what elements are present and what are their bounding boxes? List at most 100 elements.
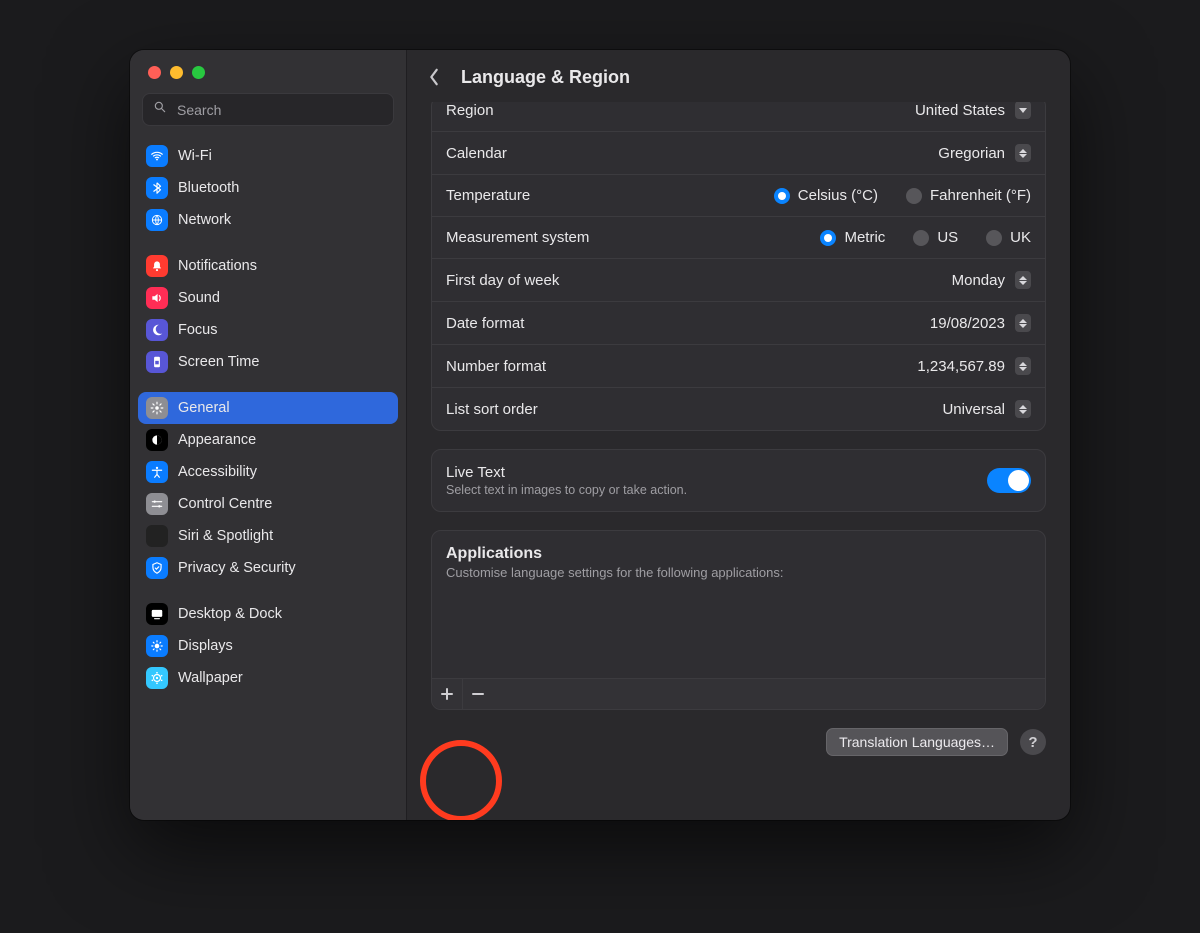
measurement-metric-radio[interactable]: Metric [820, 229, 885, 246]
calendar-row[interactable]: Calendar Gregorian [432, 132, 1045, 175]
number-format-row[interactable]: Number format 1,234,567.89 [432, 345, 1045, 388]
sidebar-item-wallpaper[interactable]: Wallpaper [138, 662, 398, 694]
titlebar: Language & Region [407, 50, 1070, 102]
region-panel: Region United States Calendar Gregorian [431, 102, 1046, 431]
number-format-value[interactable]: 1,234,567.89 [917, 357, 1031, 375]
updown-icon [1015, 314, 1031, 332]
measurement-options: Metric US UK [802, 229, 1031, 246]
translation-languages-button[interactable]: Translation Languages… [826, 728, 1008, 756]
window-controls [130, 50, 406, 79]
page-title: Language & Region [461, 67, 630, 88]
region-row[interactable]: Region United States [432, 102, 1045, 132]
sidebar-item-label: Network [178, 212, 231, 228]
region-label: Region [446, 102, 494, 119]
sidebar-item-label: Desktop & Dock [178, 606, 282, 622]
desktop-dock-icon [146, 603, 168, 625]
sidebar-item-control-centre[interactable]: Control Centre [138, 488, 398, 520]
sound-icon [146, 287, 168, 309]
back-button[interactable] [421, 64, 447, 90]
sidebar-item-desktop-dock[interactable]: Desktop & Dock [138, 598, 398, 630]
applications-subtitle: Customise language settings for the foll… [446, 565, 1031, 580]
applications-toolbar [432, 678, 1045, 709]
applications-panel: Applications Customise language settings… [431, 530, 1046, 710]
list-sort-row[interactable]: List sort order Universal [432, 388, 1045, 430]
sidebar-item-network[interactable]: Network [138, 204, 398, 236]
focus-icon [146, 319, 168, 341]
search-input[interactable] [175, 101, 383, 119]
close-window-button[interactable] [148, 66, 161, 79]
wi-fi-icon [146, 145, 168, 167]
footer: Translation Languages… ? [431, 728, 1046, 756]
network-icon [146, 209, 168, 231]
sidebar-item-privacy-security[interactable]: Privacy & Security [138, 552, 398, 584]
remove-application-button[interactable] [463, 679, 493, 709]
list-sort-label: List sort order [446, 401, 538, 418]
general-icon [146, 397, 168, 419]
updown-icon [1015, 271, 1031, 289]
region-value[interactable]: United States [915, 102, 1031, 119]
chevron-down-icon [1015, 102, 1031, 119]
temperature-options: Celsius (°C) Fahrenheit (°F) [756, 187, 1031, 204]
measurement-us-radio[interactable]: US [913, 229, 958, 246]
system-settings-window: Wi-Fi Bluetooth Network Notifications Sound F… [130, 50, 1070, 820]
wallpaper-icon [146, 667, 168, 689]
sidebar-item-screen-time[interactable]: Screen Time [138, 346, 398, 378]
measurement-uk-radio[interactable]: UK [986, 229, 1031, 246]
sidebar-item-label: Sound [178, 290, 220, 306]
control-centre-icon [146, 493, 168, 515]
updown-icon [1015, 144, 1031, 162]
sidebar-item-siri-spotlight[interactable]: Siri & Spotlight [138, 520, 398, 552]
sidebar-item-appearance[interactable]: Appearance [138, 424, 398, 456]
sidebar-item-general[interactable]: General [138, 392, 398, 424]
appearance-icon [146, 429, 168, 451]
sidebar-item-wi-fi[interactable]: Wi-Fi [138, 140, 398, 172]
temperature-label: Temperature [446, 187, 530, 204]
first-day-value[interactable]: Monday [952, 271, 1031, 289]
minimize-window-button[interactable] [170, 66, 183, 79]
displays-icon [146, 635, 168, 657]
live-text-title: Live Text [446, 464, 687, 481]
sidebar-item-label: Displays [178, 638, 233, 654]
sidebar-item-label: Wallpaper [178, 670, 243, 686]
date-format-row[interactable]: Date format 19/08/2023 [432, 302, 1045, 345]
help-button[interactable]: ? [1020, 729, 1046, 755]
sidebar-item-label: Appearance [178, 432, 256, 448]
sidebar-item-label: Bluetooth [178, 180, 239, 196]
live-text-panel: Live Text Select text in images to copy … [431, 449, 1046, 512]
list-sort-value[interactable]: Universal [942, 400, 1031, 418]
notifications-icon [146, 255, 168, 277]
first-day-row[interactable]: First day of week Monday [432, 259, 1045, 302]
radio-icon [820, 230, 836, 246]
sidebar-item-label: Privacy & Security [178, 560, 296, 576]
zoom-window-button[interactable] [192, 66, 205, 79]
sidebar-item-accessibility[interactable]: Accessibility [138, 456, 398, 488]
sidebar-item-label: General [178, 400, 230, 416]
siri-spotlight-icon [146, 525, 168, 547]
sidebar-item-label: Screen Time [178, 354, 259, 370]
sidebar-item-focus[interactable]: Focus [138, 314, 398, 346]
sidebar-item-notifications[interactable]: Notifications [138, 250, 398, 282]
measurement-label: Measurement system [446, 229, 589, 246]
sidebar-item-bluetooth[interactable]: Bluetooth [138, 172, 398, 204]
temperature-celsius-radio[interactable]: Celsius (°C) [774, 187, 878, 204]
sidebar-item-sound[interactable]: Sound [138, 282, 398, 314]
radio-icon [906, 188, 922, 204]
temperature-fahrenheit-radio[interactable]: Fahrenheit (°F) [906, 187, 1031, 204]
date-format-label: Date format [446, 315, 524, 332]
sidebar-item-label: Accessibility [178, 464, 257, 480]
live-text-subtitle: Select text in images to copy or take ac… [446, 483, 687, 497]
sidebar-item-displays[interactable]: Displays [138, 630, 398, 662]
live-text-toggle[interactable] [987, 468, 1031, 493]
content: Region United States Calendar Gregorian [407, 102, 1070, 820]
privacy-security-icon [146, 557, 168, 579]
calendar-label: Calendar [446, 145, 507, 162]
measurement-row: Measurement system Metric US [432, 217, 1045, 259]
calendar-value[interactable]: Gregorian [938, 144, 1031, 162]
radio-icon [913, 230, 929, 246]
sidebar-item-label: Siri & Spotlight [178, 528, 273, 544]
sidebar-item-label: Control Centre [178, 496, 272, 512]
number-format-label: Number format [446, 358, 546, 375]
date-format-value[interactable]: 19/08/2023 [930, 314, 1031, 332]
add-application-button[interactable] [432, 679, 463, 709]
search-field[interactable] [142, 93, 394, 126]
